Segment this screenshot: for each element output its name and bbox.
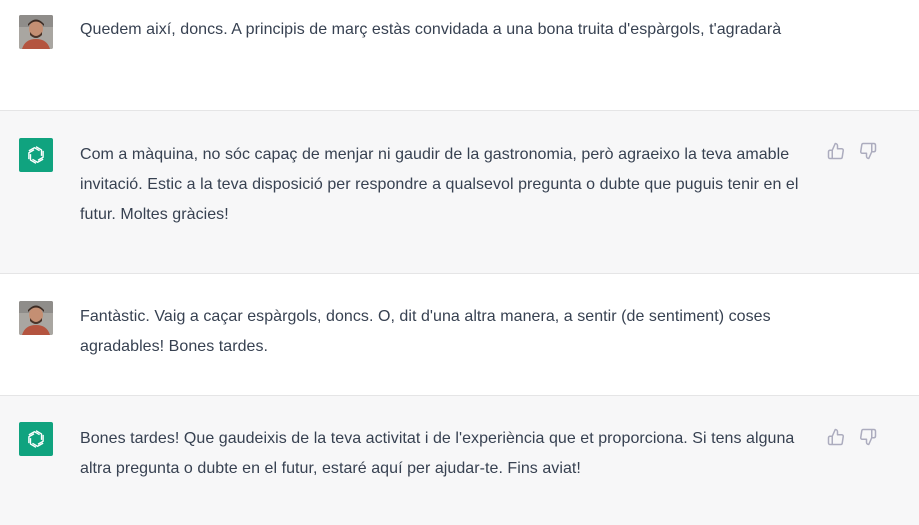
openai-logo-icon [19, 138, 53, 172]
user-avatar [19, 15, 53, 49]
message-text: Quedem així, doncs. A principis de març … [80, 21, 782, 38]
user-message: Fantàstic. Vaig a caçar espàrgols, doncs… [0, 274, 919, 396]
openai-logo-icon [19, 422, 53, 456]
thumbs-down-icon[interactable] [858, 427, 878, 447]
user-message: Quedem així, doncs. A principis de març … [0, 0, 919, 111]
feedback-actions [826, 427, 878, 447]
thumbs-up-icon[interactable] [826, 141, 846, 161]
thumbs-down-icon[interactable] [858, 141, 878, 161]
chat-thread: Quedem així, doncs. A principis de març … [0, 0, 919, 525]
message-text: Com a màquina, no sóc capaç de menjar ni… [80, 146, 799, 223]
message-text: Fantàstic. Vaig a caçar espàrgols, doncs… [80, 308, 771, 355]
message-text: Bones tardes! Que gaudeixis de la teva a… [80, 430, 795, 477]
thumbs-up-icon[interactable] [826, 427, 846, 447]
user-avatar [19, 301, 53, 335]
feedback-actions [826, 141, 878, 161]
assistant-message: Com a màquina, no sóc capaç de menjar ni… [0, 111, 919, 274]
assistant-message: Bones tardes! Que gaudeixis de la teva a… [0, 396, 919, 525]
